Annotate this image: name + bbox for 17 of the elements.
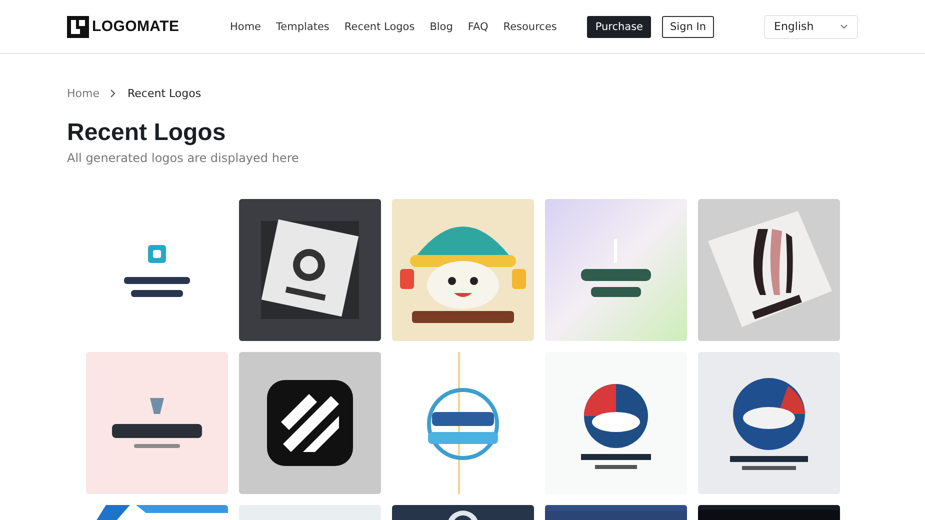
chevron-down-icon	[840, 24, 848, 29]
page-subtitle: All generated logos are displayed here	[67, 151, 300, 165]
purchase-button[interactable]: Purchase	[587, 16, 651, 38]
logo-icon	[67, 16, 89, 38]
nav-link[interactable]: Blog	[430, 20, 453, 32]
chevron-right-icon	[110, 89, 116, 98]
nav-link[interactable]: Templates	[276, 20, 330, 32]
nav-link[interactable]: Resources	[503, 20, 557, 32]
language-select[interactable]: English	[764, 14, 858, 38]
nav-link[interactable]: Recent Logos	[344, 20, 415, 32]
brand-name: LOGOMATE	[92, 18, 180, 35]
breadcrumb-current: Recent Logos	[127, 87, 202, 100]
page-title: Recent Logos	[67, 119, 227, 147]
nav-link[interactable]: FAQ	[468, 20, 488, 32]
nav-link[interactable]: Home	[230, 20, 262, 32]
sign-in-button[interactable]: Sign In	[662, 16, 714, 38]
breadcrumb-link[interactable]: Home	[67, 87, 100, 100]
